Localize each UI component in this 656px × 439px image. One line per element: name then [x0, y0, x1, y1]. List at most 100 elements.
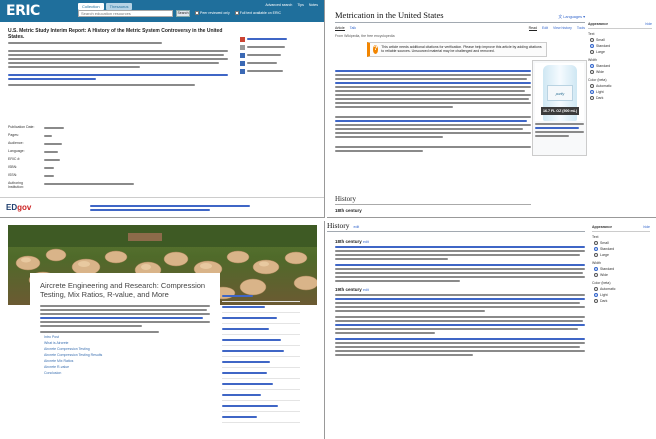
sidebar-link[interactable] — [240, 52, 320, 58]
radio-circle-selected[interactable] — [590, 44, 594, 48]
radio-circle[interactable] — [594, 253, 598, 257]
tab-thesaurus[interactable]: Thesaurus — [105, 3, 133, 10]
radio-circle[interactable] — [590, 70, 594, 74]
radio-standard[interactable]: Standard — [594, 247, 650, 251]
meta-key: Publication Date: — [8, 125, 35, 129]
edit-link[interactable]: edit — [354, 225, 360, 229]
languages-button[interactable]: 文 Languages ▾ — [558, 14, 585, 20]
toc-link[interactable]: Aircrete R-value — [44, 365, 210, 369]
radio-circle[interactable] — [594, 287, 598, 291]
radio-light[interactable]: Light — [594, 293, 650, 297]
nav-tips[interactable]: Tips — [297, 3, 303, 7]
sidebar-link[interactable] — [222, 313, 300, 324]
table-of-contents: Intro Post What is Aircrete Aircrete Com… — [40, 335, 210, 375]
radio-circle-selected[interactable] — [594, 267, 598, 271]
radio-width-standard[interactable]: Standard — [590, 64, 652, 68]
radio-width-wide[interactable]: Wide — [594, 273, 650, 277]
radio-small[interactable]: Small — [594, 241, 650, 245]
toc-link[interactable]: Intro Post — [44, 335, 210, 339]
radio-large[interactable]: Large — [590, 50, 652, 54]
peer-reviewed-checkbox[interactable]: Peer reviewed only Full text available o… — [195, 11, 281, 15]
radio-circle[interactable] — [594, 241, 598, 245]
fulltext-checkbox-box[interactable] — [234, 11, 239, 15]
meta-key: ISSN: — [8, 173, 18, 177]
sidebar-link[interactable] — [222, 368, 300, 379]
sidebar-link[interactable] — [222, 346, 300, 357]
nav-advanced[interactable]: Advanced search — [265, 3, 292, 7]
radio-circle[interactable] — [594, 299, 598, 303]
tab-read[interactable]: Read — [528, 26, 537, 31]
sidebar-link[interactable] — [222, 412, 300, 423]
radio-circle-selected[interactable] — [594, 247, 598, 251]
tab-collection[interactable]: Collection — [78, 3, 104, 10]
radio-circle-selected[interactable] — [590, 90, 594, 94]
edit-link[interactable]: edit — [363, 240, 369, 244]
radio-automatic[interactable]: Automatic — [590, 84, 652, 88]
download-pdf-button[interactable] — [240, 36, 320, 42]
radio-circle[interactable] — [590, 50, 594, 54]
radio-dark[interactable]: Dark — [590, 96, 652, 100]
sidebar-link[interactable] — [222, 324, 300, 335]
sidebar-link[interactable] — [222, 390, 300, 401]
tab-tools[interactable]: Tools — [577, 26, 585, 31]
sidebar-link[interactable] — [222, 335, 300, 346]
radio-label: Standard — [596, 64, 611, 68]
radio-standard[interactable]: Standard — [590, 44, 652, 48]
peer-reviewed-label: Peer reviewed only — [200, 11, 230, 15]
tab-edit[interactable]: Edit — [542, 26, 548, 31]
radio-label: Dark — [596, 96, 604, 100]
radio-light[interactable]: Light — [590, 90, 652, 94]
toc-link[interactable]: Aircrete Compression Testing Results — [44, 353, 210, 357]
sidebar-link[interactable] — [240, 44, 320, 50]
search-input[interactable] — [78, 10, 173, 17]
nav-notes[interactable]: Notes — [309, 3, 318, 7]
record-publisher — [8, 84, 228, 86]
radio-circle[interactable] — [594, 273, 598, 277]
sidebar-link[interactable] — [240, 60, 320, 66]
article-thumbnail[interactable]: purity 16.7 FL OZ (500 mL) — [532, 60, 587, 156]
record-abstract — [8, 50, 228, 68]
radio-small[interactable]: Small — [590, 38, 652, 42]
edit-link[interactable]: edit — [363, 288, 369, 292]
eric-tabs: Collection Thesaurus — [78, 3, 133, 10]
sidebar-link[interactable] — [222, 379, 300, 390]
radio-width-standard[interactable]: Standard — [594, 267, 650, 271]
radio-automatic[interactable]: Automatic — [594, 287, 650, 291]
ed-gov-logo[interactable]: EDgov — [6, 203, 31, 212]
tab-history[interactable]: View history — [553, 26, 572, 31]
radio-circle-selected[interactable] — [594, 293, 598, 297]
toc-link[interactable]: Aircrete Compression Testing — [44, 347, 210, 351]
radio-large[interactable]: Large — [594, 253, 650, 257]
radio-circle-selected[interactable] — [590, 64, 594, 68]
languages-label: Languages — [563, 15, 583, 19]
appearance-hide-button[interactable]: hide — [645, 22, 652, 26]
appearance-hide-button[interactable]: hide — [643, 225, 650, 229]
sidebar-link[interactable] — [222, 357, 300, 368]
toc-link[interactable]: What is Aircrete — [44, 341, 210, 345]
tab-article[interactable]: Article — [335, 26, 345, 31]
sidebar-link[interactable] — [222, 401, 300, 412]
para-19th-b — [335, 316, 585, 334]
search-button[interactable]: Search — [176, 10, 190, 17]
tab-talk[interactable]: Talk — [350, 26, 356, 31]
link-icon — [240, 60, 245, 66]
radio-label: Large — [600, 253, 609, 257]
eric-logo[interactable]: ERIC — [6, 3, 40, 19]
radio-dark[interactable]: Dark — [594, 299, 650, 303]
record-descriptors[interactable] — [8, 74, 228, 80]
toc-link[interactable]: Aircrete Mix Ratios — [44, 359, 210, 363]
pdf-icon — [240, 36, 245, 42]
radio-width-wide[interactable]: Wide — [590, 70, 652, 74]
footer-links[interactable] — [90, 203, 250, 213]
text-size-label: Text — [588, 32, 595, 36]
sidebar-link[interactable] — [222, 291, 300, 302]
toc-link[interactable]: Conclusion — [44, 371, 210, 375]
radio-circle[interactable] — [590, 84, 594, 88]
sidebar-link[interactable] — [240, 68, 320, 74]
meta-key: ERIC #: — [8, 157, 21, 161]
radio-circle[interactable] — [590, 38, 594, 42]
checkbox-box[interactable] — [195, 11, 199, 15]
radio-circle[interactable] — [590, 96, 594, 100]
appearance-header: Appearance hide — [588, 22, 652, 29]
sidebar-link[interactable] — [222, 302, 300, 313]
